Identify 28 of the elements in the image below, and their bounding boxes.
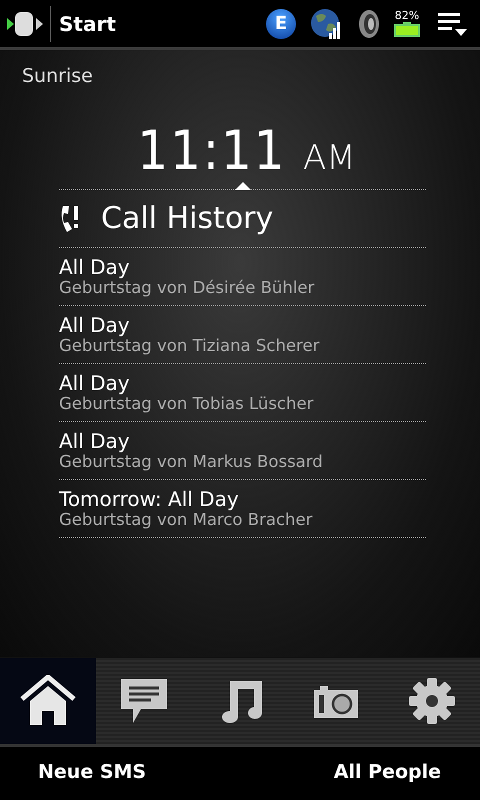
event-time[interactable]: All Day — [59, 314, 426, 336]
softkey[interactable]: All People — [334, 761, 441, 783]
caret-icon — [234, 182, 250, 190]
event-time[interactable]: Tomorrow: All Day — [59, 488, 426, 510]
battery-icon[interactable] — [394, 22, 420, 38]
tab[interactable] — [0, 658, 96, 744]
event-title[interactable]: Geburtstag von Désirée Bühler — [59, 278, 426, 298]
clock-time: 11:11 — [138, 119, 287, 182]
event-title[interactable]: Geburtstag von Markus Bossard — [59, 452, 426, 472]
softkey[interactable]: Neue SMS — [38, 761, 146, 783]
event-time[interactable]: All Day — [59, 256, 426, 278]
menu-icon[interactable] — [438, 10, 468, 36]
event-title[interactable]: Geburtstag von Tobias Lüscher — [59, 394, 426, 414]
event-title[interactable]: Geburtstag von Marco Bracher — [59, 510, 426, 530]
event-title[interactable]: Geburtstag von Tiziana Scherer — [59, 336, 426, 356]
home-icon — [20, 675, 76, 727]
app-title: Start — [59, 12, 117, 36]
battery-percent: 82% — [394, 9, 420, 22]
settings-icon — [408, 677, 456, 725]
message-icon — [119, 677, 169, 725]
speaker-icon[interactable] — [356, 8, 382, 40]
phone-alert-icon[interactable] — [59, 204, 81, 234]
globe-signal-icon[interactable] — [310, 8, 342, 40]
section-title[interactable]: Call History — [101, 201, 274, 236]
event-time[interactable]: All Day — [59, 372, 426, 394]
event-time[interactable]: All Day — [59, 430, 426, 452]
clock-location: Sunrise — [22, 65, 94, 87]
clock-period: AM — [303, 138, 356, 178]
